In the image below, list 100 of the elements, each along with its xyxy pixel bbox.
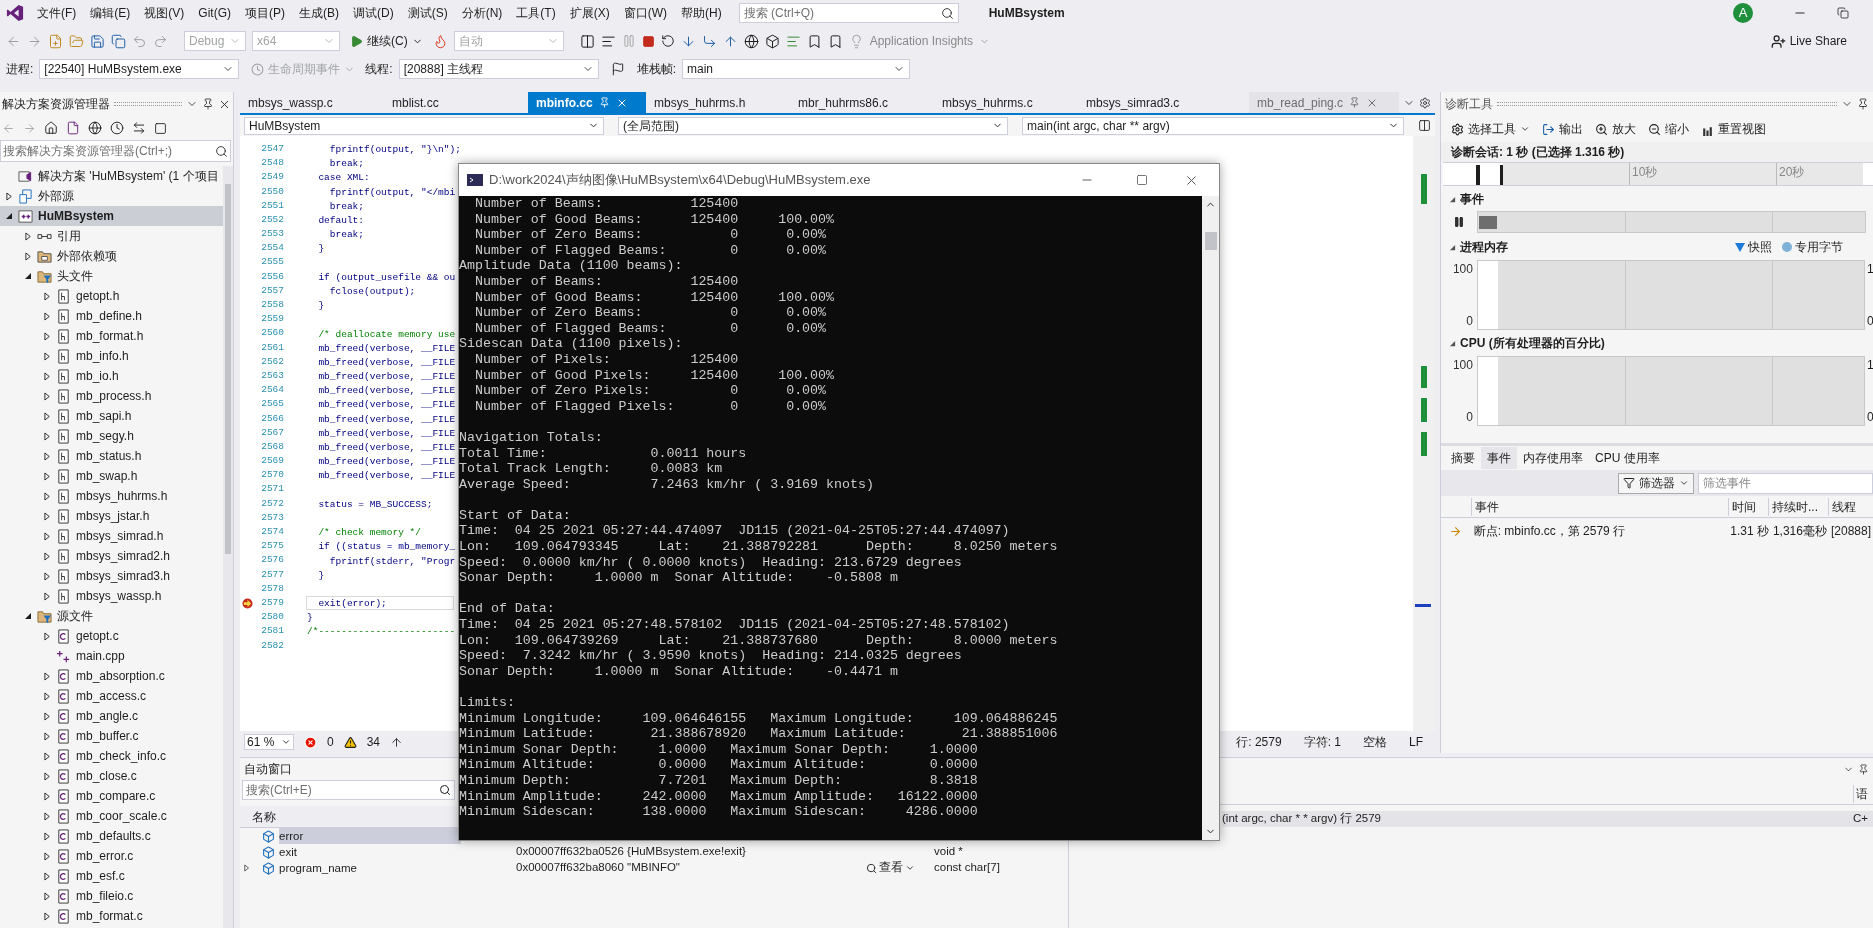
menu-item[interactable]: 扩展(X) (562, 4, 617, 22)
continue-button[interactable]: 继续(C) (346, 30, 427, 52)
scrollbar[interactable] (223, 166, 233, 928)
column-header[interactable]: 持续时... (1768, 497, 1828, 516)
settings-icon[interactable] (1419, 97, 1431, 109)
tree-item[interactable]: mb_swap.h (0, 466, 223, 486)
collapse-all-icon[interactable] (154, 121, 167, 135)
collapsed-arrow-icon[interactable] (43, 531, 51, 541)
menu-item[interactable]: 调试(D) (346, 4, 401, 22)
collapsed-arrow-icon[interactable] (244, 864, 250, 872)
file-tab[interactable]: mbinfo.cc (528, 92, 646, 113)
flag-icon[interactable] (610, 62, 625, 76)
expanded-arrow-icon[interactable] (24, 612, 32, 620)
tree-item[interactable]: HuMBsystem (0, 206, 223, 226)
panel-tab[interactable]: 事件 (1481, 447, 1517, 469)
tree-item[interactable]: main.cpp (0, 646, 223, 666)
list-icon[interactable] (600, 33, 616, 49)
tree-item[interactable]: mb_error.c (0, 846, 223, 866)
file-tab[interactable]: mbsys_wassp.c (240, 92, 384, 113)
file-tab[interactable]: mbsys_huhrms.h (646, 92, 790, 113)
split-icon[interactable] (1418, 119, 1431, 132)
tree-item[interactable]: 外部源 (0, 186, 223, 206)
collapsed-arrow-icon[interactable] (5, 191, 13, 201)
collapsed-arrow-icon[interactable] (43, 331, 51, 341)
tree-item[interactable]: mb_access.c (0, 686, 223, 706)
toolbar-button[interactable]: 重置视图 (1701, 120, 1766, 138)
nav-dropdown[interactable]: HuMBsystem (244, 116, 604, 135)
sync-icon[interactable] (132, 121, 146, 135)
tree-item[interactable]: mb_defaults.c (0, 826, 223, 846)
tree-item[interactable]: mb_info.h (0, 346, 223, 366)
tree-item[interactable]: mbsys_simrad2.h (0, 546, 223, 566)
call-stack-row[interactable]: (int argc, char * * argv) 行 2579 C+ (1222, 811, 1873, 827)
collapsed-arrow-icon[interactable] (43, 451, 51, 461)
toolbar-button[interactable]: 放大 (1595, 120, 1636, 138)
flame-icon[interactable] (432, 33, 448, 49)
bookmark-icon[interactable] (827, 33, 843, 49)
menu-item[interactable]: 生成(B) (292, 4, 346, 22)
menu-item[interactable]: 编辑(E) (83, 4, 138, 22)
tree-item[interactable]: mbsys_wassp.h (0, 586, 223, 606)
maximize-icon[interactable] (1136, 174, 1148, 186)
open-folder-icon[interactable] (69, 33, 84, 49)
pin-icon[interactable] (202, 98, 214, 110)
toolbar-button[interactable]: 输出 (1542, 120, 1583, 138)
collapsed-arrow-icon[interactable] (43, 411, 51, 421)
collapsed-arrow-icon[interactable] (43, 311, 51, 321)
tree-item[interactable]: mb_define.h (0, 306, 223, 326)
globe-icon[interactable] (88, 121, 102, 135)
menu-item[interactable]: 测试(S) (400, 4, 455, 22)
collapsed-arrow-icon[interactable] (43, 731, 51, 741)
tree-item[interactable]: mb_esf.c (0, 866, 223, 886)
collapsed-arrow-icon[interactable] (43, 911, 51, 921)
tree-item[interactable]: mb_process.h (0, 386, 223, 406)
filter-field[interactable]: 筛选事件 (1698, 472, 1873, 494)
nav-dropdown[interactable]: main(int argc, char ** argv) (1022, 116, 1404, 135)
collapsed-arrow-icon[interactable] (43, 491, 51, 501)
variable-name[interactable]: program_name (279, 860, 461, 876)
events-track[interactable] (1477, 211, 1866, 233)
collapsed-arrow-icon[interactable] (43, 711, 51, 721)
expanded-arrow-icon[interactable] (24, 272, 32, 280)
column-header[interactable]: 语 (1853, 784, 1873, 803)
toolbar-button[interactable]: 缩小 (1648, 120, 1689, 138)
collapsed-arrow-icon[interactable] (43, 511, 51, 521)
tree-item[interactable]: mb_close.c (0, 766, 223, 786)
variable-name[interactable]: exit (279, 844, 461, 860)
section-header[interactable]: 事件 (1441, 190, 1492, 208)
tree-item[interactable]: 源文件 (0, 606, 223, 626)
dropdown[interactable]: [20888] 主线程 (398, 59, 599, 79)
collapsed-arrow-icon[interactable] (43, 291, 51, 301)
restore-icon[interactable] (1837, 7, 1849, 19)
dropdown[interactable]: main (682, 59, 911, 79)
tree-item[interactable]: 引用 (0, 226, 223, 246)
variable-name[interactable]: error (279, 828, 461, 844)
globe-icon[interactable] (743, 33, 759, 49)
tree-item[interactable]: mb_format.h (0, 326, 223, 346)
stop-icon[interactable] (641, 34, 655, 48)
column-header[interactable]: 事件 (1471, 497, 1728, 516)
restart-icon[interactable] (660, 34, 675, 48)
indent-icon[interactable] (785, 33, 801, 49)
column-header[interactable]: 线程 (1828, 497, 1873, 516)
step-over-icon[interactable] (701, 33, 717, 49)
expanded-arrow-icon[interactable] (5, 212, 13, 220)
tree-item[interactable]: mb_angle.c (0, 706, 223, 726)
tree-item[interactable]: mb_coor_scale.c (0, 806, 223, 826)
search-field[interactable]: 搜索(Ctrl+E) (242, 780, 455, 800)
bookmark-icon[interactable] (806, 33, 822, 49)
menu-item[interactable]: 文件(F) (30, 4, 84, 22)
box-icon[interactable] (764, 33, 780, 49)
section-header[interactable]: CPU (所有处理器的百分比) (1441, 334, 1613, 352)
new-file-icon[interactable] (48, 33, 63, 49)
scrollbar[interactable] (1202, 196, 1219, 840)
tree-item[interactable]: 外部依赖项 (0, 246, 223, 266)
column-header[interactable]: 名称 (240, 807, 276, 826)
dropdown[interactable]: [22540] HuMBsystem.exe (39, 59, 240, 79)
tree-item[interactable]: mb_segy.h (0, 426, 223, 446)
window-icon[interactable] (579, 33, 595, 49)
warning-count[interactable]: 34 (366, 733, 381, 751)
tree-item[interactable]: getopt.c (0, 626, 223, 646)
menu-item[interactable]: 分析(N) (454, 4, 510, 22)
file-tab[interactable]: mblist.cc (384, 92, 528, 113)
tree-item[interactable]: mb_format.c (0, 906, 223, 926)
